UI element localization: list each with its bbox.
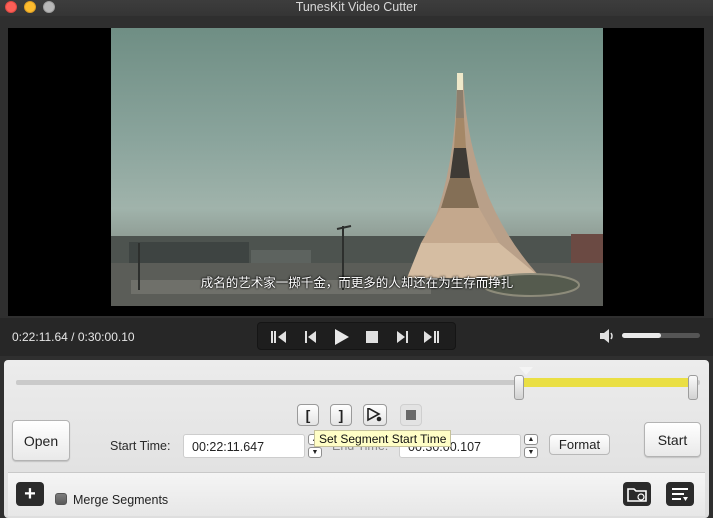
folder-icon <box>627 488 647 502</box>
set-segment-start-button[interactable]: [ <box>297 404 319 426</box>
volume-slider[interactable] <box>622 333 700 338</box>
play-icon[interactable] <box>331 328 353 346</box>
start-button[interactable]: Start <box>644 422 701 457</box>
merge-segments-checkbox[interactable] <box>55 493 67 505</box>
play-segment-button[interactable] <box>363 404 387 426</box>
task-list-button[interactable] <box>666 482 694 506</box>
timecode-display: 0:22:11.64 / 0:30:00.10 <box>12 330 135 344</box>
app-window: TunesKit Video Cutter 成名的艺术家一掷千金，而更多的人却还… <box>0 0 713 518</box>
bracket-right-icon: ] <box>338 407 344 423</box>
step-forward-icon[interactable] <box>391 328 413 346</box>
start-time-field[interactable]: 00:22:11.647 <box>183 434 305 458</box>
selected-segment-bar[interactable] <box>518 378 692 387</box>
list-icon <box>672 488 688 501</box>
stop-segment-button[interactable] <box>400 404 422 426</box>
set-segment-end-button[interactable]: ] <box>330 404 352 426</box>
segment-start-handle[interactable] <box>514 375 525 400</box>
stop-icon <box>406 410 416 420</box>
volume-icon[interactable] <box>600 329 616 343</box>
skip-to-end-icon[interactable] <box>420 328 442 346</box>
subtitle-text: 成名的艺术家一掷千金，而更多的人却还在为生存而挣扎 <box>200 275 514 290</box>
title-bar: TunesKit Video Cutter <box>0 0 713 16</box>
plus-icon: + <box>24 483 36 505</box>
decrement-arrow-icon[interactable]: ▼ <box>308 447 322 458</box>
footer-bar: + Merge Segments <box>8 472 705 516</box>
step-back-icon[interactable] <box>300 328 322 346</box>
skip-to-start-icon[interactable] <box>268 328 290 346</box>
play-segment-icon <box>367 408 382 422</box>
window-title: TunesKit Video Cutter <box>295 0 418 14</box>
add-segment-button[interactable]: + <box>16 482 44 506</box>
format-button[interactable]: Format <box>549 434 610 455</box>
start-time-label: Start Time: <box>110 439 171 453</box>
open-button[interactable]: Open <box>12 420 70 461</box>
stop-icon[interactable] <box>361 328 383 346</box>
output-folder-button[interactable] <box>623 482 651 506</box>
transport-bar: 0:22:11.64 / 0:30:00.10 <box>0 318 713 356</box>
editor-panel: [ ] Open Start Time: 00:22:11.647 ▲▼ End… <box>4 360 709 518</box>
video-frame: 成名的艺术家一掷千金，而更多的人却还在为生存而挣扎 <box>111 28 603 306</box>
increment-arrow-icon[interactable]: ▲ <box>524 434 538 445</box>
playhead-marker[interactable] <box>519 367 534 375</box>
video-preview[interactable]: 成名的艺术家一掷千金，而更多的人却还在为生存而挣扎 <box>8 28 704 316</box>
volume-level-fill <box>622 333 661 338</box>
merge-segments-label: Merge Segments <box>73 493 169 507</box>
end-time-stepper[interactable]: ▲ ▼ <box>524 434 538 458</box>
bracket-left-icon: [ <box>305 407 311 423</box>
playback-controls <box>257 322 456 350</box>
video-scene-image <box>111 73 603 306</box>
segment-end-handle[interactable] <box>688 375 698 400</box>
tooltip: Set Segment Start Time <box>314 430 452 447</box>
decrement-arrow-icon[interactable]: ▼ <box>524 447 538 458</box>
